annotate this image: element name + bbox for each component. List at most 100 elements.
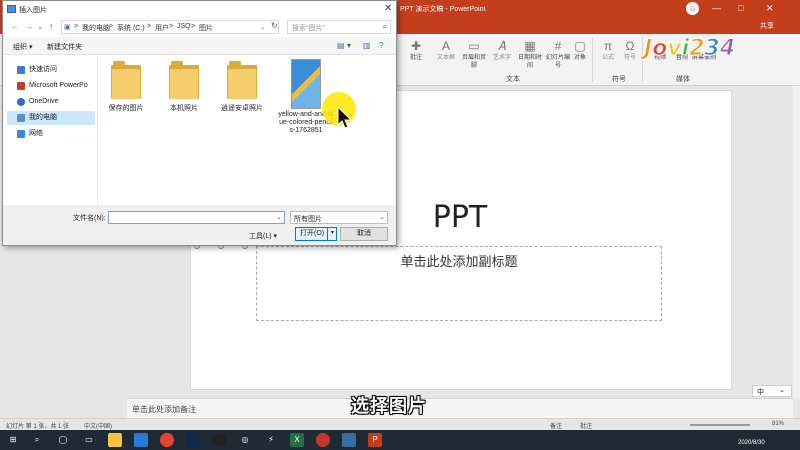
slide-title[interactable]: PPT [380, 200, 540, 235]
refresh-icon[interactable]: ↻ [271, 21, 278, 30]
vertical-scrollbar[interactable] [793, 86, 800, 398]
sidebar-item-label: OneDrive [29, 98, 59, 105]
breadcrumb-item[interactable]: JSQ [177, 23, 191, 30]
group-separator [592, 38, 593, 82]
file-list: 保存的图片 本机照片 逍遥安卓照片 yellow-and-and-blue-co… [97, 55, 396, 205]
cancel-button[interactable]: 取消 [340, 227, 388, 241]
sidebar-item-onedrive[interactable]: OneDrive [7, 95, 95, 109]
file-explorer-icon[interactable] [108, 433, 122, 447]
search-input[interactable]: 搜索"图片" ⌕ [287, 20, 391, 34]
breadcrumb-item[interactable]: 图片 [199, 23, 213, 33]
group-separator [642, 38, 643, 82]
sidebar-item-quick-access[interactable]: 快速访问 [7, 63, 95, 77]
app-icon-2[interactable] [342, 433, 356, 447]
search-icon: ⌕ [382, 22, 387, 31]
restore-button[interactable]: □ [738, 3, 743, 13]
wordart-icon: 𝐴 [498, 39, 506, 53]
ribbon-textbox-button[interactable]: A 文本框 [432, 38, 460, 62]
record-icon[interactable] [316, 433, 330, 447]
recent-dropdown-icon[interactable]: ⌄ [37, 22, 44, 31]
sidebar-item-this-pc[interactable]: 我的电脑 [7, 111, 95, 125]
ribbon-header-footer-button[interactable]: ▭ 页眉和页脚 [460, 38, 488, 70]
view-dropdown-icon[interactable]: ▾ [347, 41, 351, 50]
chevron-down-icon: ⌄ [379, 214, 385, 221]
open-dropdown-button[interactable]: ▾ [327, 227, 337, 241]
subtitle-placeholder[interactable]: 单击此处添加副标题 [256, 246, 662, 321]
dialog-footer: 文件名(N): ⌄ 所有图片 ⌄ 工具(L) ▾ 打开(O) ▾ 取消 [3, 205, 396, 245]
app-icon[interactable]: ◎ [238, 433, 252, 447]
ribbon-symbol-button[interactable]: Ω 符号 [616, 38, 644, 62]
view-options-icon[interactable]: ▤ [337, 41, 345, 50]
ribbon-label: 符号 [623, 55, 636, 61]
zoom-slider[interactable] [690, 424, 750, 426]
ribbon-wordart-button[interactable]: 𝐴 艺术字 [488, 38, 516, 62]
media-icon[interactable] [212, 433, 226, 447]
help-icon[interactable]: ? [379, 41, 383, 50]
preview-pane-icon[interactable]: ▥ [363, 41, 371, 50]
group-label-media: 媒体 [676, 76, 690, 83]
ribbon-comment-button[interactable]: ✚ 批注 [402, 38, 430, 62]
folder-icon [169, 61, 199, 99]
powerpoint-icon[interactable]: P [368, 433, 382, 447]
ribbon-datetime-button[interactable]: ▦ 日期和时间 [516, 38, 544, 70]
excel-icon[interactable]: X [290, 433, 304, 447]
taskbar: ⊞ ⌕ ◯ ▭ ◎ ⚡ X P 2020/8/30 [0, 430, 800, 450]
comments-toggle[interactable]: 批注 [580, 421, 592, 430]
forward-arrow-icon[interactable]: → [25, 22, 33, 31]
file-type-filter[interactable]: 所有图片 ⌄ [290, 211, 388, 224]
file-label: 保存的图片 [108, 105, 144, 112]
group-label-symbols: 符号 [612, 76, 626, 83]
tools-menu[interactable]: 工具(L) ▾ [249, 231, 277, 241]
group-label-text: 文本 [506, 76, 520, 83]
windows-start-icon[interactable]: ⊞ [6, 433, 20, 447]
dialog-close-button[interactable]: ✕ [384, 3, 392, 14]
back-arrow-icon[interactable]: ← [11, 22, 19, 31]
lightning-icon[interactable]: ⚡ [264, 433, 278, 447]
task-view-button-icon[interactable]: ▭ [82, 433, 96, 447]
notes-placeholder: 单击此处添加备注 [132, 405, 196, 414]
new-folder-button[interactable]: 新建文件夹 [47, 42, 82, 52]
cloud-icon [17, 98, 25, 106]
file-item-folder[interactable]: 逍遥安卓照片 [214, 61, 270, 113]
system-clock[interactable]: 2020/8/30 [738, 433, 765, 447]
watermark-logo: Jovi234 [643, 36, 736, 62]
organize-button[interactable]: 组织 ▾ [13, 42, 32, 52]
breadcrumb-item[interactable]: 我的电脑 [82, 23, 110, 33]
window-title: PPT 演示文稿 - PowerPoint [400, 6, 486, 13]
file-label: 逍遥安卓照片 [221, 105, 263, 112]
breadcrumb-sep: > [191, 23, 196, 30]
sidebar-item-network[interactable]: 网络 [7, 127, 95, 141]
chevron-down-icon[interactable]: ⌄ [276, 213, 282, 221]
breadcrumb-item[interactable]: 系统 (C:) [117, 23, 145, 33]
breadcrumb-sep: > [74, 23, 79, 30]
breadcrumb-item[interactable]: 用户 [155, 23, 169, 33]
task-view-icon[interactable]: ◯ [56, 433, 70, 447]
pc-icon: ▣ [64, 24, 71, 31]
language-status[interactable]: 中文(中国) [84, 421, 112, 430]
folder-icon [227, 61, 257, 99]
ribbon-object-button[interactable]: ▢ 对象 [566, 38, 594, 62]
ime-indicator[interactable]: 中 ⌄ [752, 385, 792, 397]
zoom-level[interactable]: 81% [772, 421, 784, 427]
photos-icon[interactable] [134, 433, 148, 447]
file-item-folder[interactable]: 保存的图片 [98, 61, 154, 113]
user-avatar[interactable]: ☺ [686, 2, 699, 15]
file-item-folder[interactable]: 本机照片 [156, 61, 212, 113]
filename-input[interactable]: ⌄ [108, 211, 285, 224]
sidebar-item-powerpoint[interactable]: Microsoft PowerPo [7, 79, 95, 93]
share-button[interactable]: 共享 [760, 21, 774, 31]
chevron-down-icon[interactable]: ⌄ [260, 23, 266, 31]
chrome-icon[interactable] [160, 433, 174, 447]
minimize-button[interactable]: — [712, 3, 721, 13]
up-arrow-icon[interactable]: ↑ [49, 22, 53, 31]
omega-icon: Ω [625, 39, 635, 53]
ribbon-label: 页眉和页脚 [461, 55, 486, 69]
mouse-cursor-icon [337, 106, 353, 129]
close-button[interactable]: ✕ [766, 3, 774, 14]
textbox-icon: A [441, 39, 450, 53]
address-bar[interactable]: ▣ > 我的电脑 > 系统 (C:) > 用户 > JSQ > 图片 ⌄ [61, 20, 279, 34]
notes-toggle[interactable]: 备注 [550, 421, 562, 430]
notes-pane[interactable]: 单击此处添加备注 [127, 398, 793, 418]
photoshop-icon[interactable] [186, 433, 200, 447]
search-icon[interactable]: ⌕ [30, 433, 44, 447]
